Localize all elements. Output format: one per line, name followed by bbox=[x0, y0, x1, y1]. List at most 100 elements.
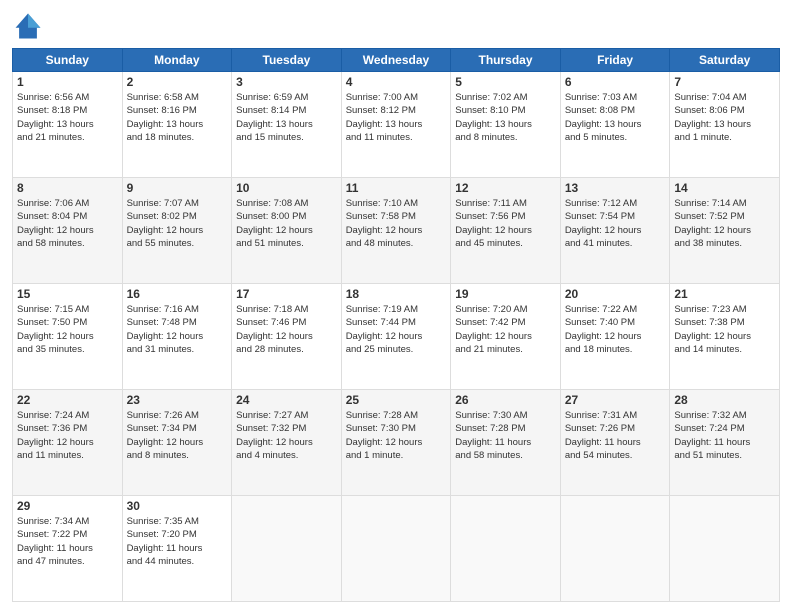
calendar-row-4: 29 Sunrise: 7:34 AMSunset: 7:22 PMDayligh… bbox=[13, 496, 780, 602]
day-detail: Sunrise: 7:26 AMSunset: 7:34 PMDaylight:… bbox=[127, 409, 228, 462]
calendar-cell: 7 Sunrise: 7:04 AMSunset: 8:06 PMDaylight… bbox=[670, 72, 780, 178]
calendar-cell: 5 Sunrise: 7:02 AMSunset: 8:10 PMDaylight… bbox=[451, 72, 561, 178]
weekday-header-monday: Monday bbox=[122, 49, 232, 72]
calendar-row-0: 1 Sunrise: 6:56 AMSunset: 8:18 PMDaylight… bbox=[13, 72, 780, 178]
day-number: 11 bbox=[346, 181, 447, 195]
day-detail: Sunrise: 7:27 AMSunset: 7:32 PMDaylight:… bbox=[236, 409, 337, 462]
day-detail: Sunrise: 7:30 AMSunset: 7:28 PMDaylight:… bbox=[455, 409, 556, 462]
day-detail: Sunrise: 7:23 AMSunset: 7:38 PMDaylight:… bbox=[674, 303, 775, 356]
calendar-cell: 24 Sunrise: 7:27 AMSunset: 7:32 PMDayligh… bbox=[232, 390, 342, 496]
day-number: 7 bbox=[674, 75, 775, 89]
day-detail: Sunrise: 7:31 AMSunset: 7:26 PMDaylight:… bbox=[565, 409, 666, 462]
day-number: 17 bbox=[236, 287, 337, 301]
day-detail: Sunrise: 7:06 AMSunset: 8:04 PMDaylight:… bbox=[17, 197, 118, 250]
day-number: 26 bbox=[455, 393, 556, 407]
weekday-header-wednesday: Wednesday bbox=[341, 49, 451, 72]
calendar-cell: 14 Sunrise: 7:14 AMSunset: 7:52 PMDayligh… bbox=[670, 178, 780, 284]
calendar-cell: 8 Sunrise: 7:06 AMSunset: 8:04 PMDaylight… bbox=[13, 178, 123, 284]
day-number: 5 bbox=[455, 75, 556, 89]
calendar-cell: 17 Sunrise: 7:18 AMSunset: 7:46 PMDayligh… bbox=[232, 284, 342, 390]
day-detail: Sunrise: 7:10 AMSunset: 7:58 PMDaylight:… bbox=[346, 197, 447, 250]
day-number: 9 bbox=[127, 181, 228, 195]
weekday-header-sunday: Sunday bbox=[13, 49, 123, 72]
calendar-cell: 15 Sunrise: 7:15 AMSunset: 7:50 PMDayligh… bbox=[13, 284, 123, 390]
day-detail: Sunrise: 7:32 AMSunset: 7:24 PMDaylight:… bbox=[674, 409, 775, 462]
day-number: 28 bbox=[674, 393, 775, 407]
calendar-cell bbox=[451, 496, 561, 602]
day-number: 6 bbox=[565, 75, 666, 89]
calendar-cell: 19 Sunrise: 7:20 AMSunset: 7:42 PMDayligh… bbox=[451, 284, 561, 390]
calendar-cell: 11 Sunrise: 7:10 AMSunset: 7:58 PMDayligh… bbox=[341, 178, 451, 284]
day-number: 12 bbox=[455, 181, 556, 195]
day-number: 30 bbox=[127, 499, 228, 513]
calendar-table: SundayMondayTuesdayWednesdayThursdayFrid… bbox=[12, 48, 780, 602]
calendar-cell: 1 Sunrise: 6:56 AMSunset: 8:18 PMDaylight… bbox=[13, 72, 123, 178]
calendar-row-1: 8 Sunrise: 7:06 AMSunset: 8:04 PMDaylight… bbox=[13, 178, 780, 284]
page: SundayMondayTuesdayWednesdayThursdayFrid… bbox=[0, 0, 792, 612]
weekday-header-saturday: Saturday bbox=[670, 49, 780, 72]
day-number: 20 bbox=[565, 287, 666, 301]
calendar-cell: 27 Sunrise: 7:31 AMSunset: 7:26 PMDayligh… bbox=[560, 390, 670, 496]
day-detail: Sunrise: 7:28 AMSunset: 7:30 PMDaylight:… bbox=[346, 409, 447, 462]
day-number: 29 bbox=[17, 499, 118, 513]
day-detail: Sunrise: 7:22 AMSunset: 7:40 PMDaylight:… bbox=[565, 303, 666, 356]
day-number: 18 bbox=[346, 287, 447, 301]
logo bbox=[12, 10, 48, 42]
day-detail: Sunrise: 6:59 AMSunset: 8:14 PMDaylight:… bbox=[236, 91, 337, 144]
day-detail: Sunrise: 7:03 AMSunset: 8:08 PMDaylight:… bbox=[565, 91, 666, 144]
day-number: 19 bbox=[455, 287, 556, 301]
calendar-cell: 13Sunrise: 7:12 AMSunset: 7:54 PMDayligh… bbox=[560, 178, 670, 284]
calendar-cell: 3 Sunrise: 6:59 AMSunset: 8:14 PMDaylight… bbox=[232, 72, 342, 178]
day-detail: Sunrise: 7:34 AMSunset: 7:22 PMDaylight:… bbox=[17, 515, 118, 568]
header bbox=[12, 10, 780, 42]
calendar-cell: 28 Sunrise: 7:32 AMSunset: 7:24 PMDayligh… bbox=[670, 390, 780, 496]
day-detail: Sunrise: 7:12 AMSunset: 7:54 PMDaylight:… bbox=[565, 197, 666, 250]
weekday-header-thursday: Thursday bbox=[451, 49, 561, 72]
day-number: 3 bbox=[236, 75, 337, 89]
logo-icon bbox=[12, 10, 44, 42]
calendar-cell: 20 Sunrise: 7:22 AMSunset: 7:40 PMDayligh… bbox=[560, 284, 670, 390]
calendar-cell: 2 Sunrise: 6:58 AMSunset: 8:16 PMDaylight… bbox=[122, 72, 232, 178]
day-detail: Sunrise: 7:07 AMSunset: 8:02 PMDaylight:… bbox=[127, 197, 228, 250]
day-detail: Sunrise: 7:18 AMSunset: 7:46 PMDaylight:… bbox=[236, 303, 337, 356]
day-number: 16 bbox=[127, 287, 228, 301]
calendar-cell: 25Sunrise: 7:28 AMSunset: 7:30 PMDayligh… bbox=[341, 390, 451, 496]
day-detail: Sunrise: 6:56 AMSunset: 8:18 PMDaylight:… bbox=[17, 91, 118, 144]
day-number: 27 bbox=[565, 393, 666, 407]
weekday-header-tuesday: Tuesday bbox=[232, 49, 342, 72]
day-number: 2 bbox=[127, 75, 228, 89]
calendar-cell: 9 Sunrise: 7:07 AMSunset: 8:02 PMDaylight… bbox=[122, 178, 232, 284]
day-detail: Sunrise: 7:16 AMSunset: 7:48 PMDaylight:… bbox=[127, 303, 228, 356]
day-number: 4 bbox=[346, 75, 447, 89]
calendar-cell: 23 Sunrise: 7:26 AMSunset: 7:34 PMDayligh… bbox=[122, 390, 232, 496]
day-number: 22 bbox=[17, 393, 118, 407]
day-number: 15 bbox=[17, 287, 118, 301]
calendar-cell: 22Sunrise: 7:24 AMSunset: 7:36 PMDayligh… bbox=[13, 390, 123, 496]
calendar-cell: 26 Sunrise: 7:30 AMSunset: 7:28 PMDayligh… bbox=[451, 390, 561, 496]
calendar-cell: 16 Sunrise: 7:16 AMSunset: 7:48 PMDayligh… bbox=[122, 284, 232, 390]
day-detail: Sunrise: 7:14 AMSunset: 7:52 PMDaylight:… bbox=[674, 197, 775, 250]
calendar-cell: 4 Sunrise: 7:00 AMSunset: 8:12 PMDaylight… bbox=[341, 72, 451, 178]
calendar-cell: 12 Sunrise: 7:11 AMSunset: 7:56 PMDayligh… bbox=[451, 178, 561, 284]
day-detail: Sunrise: 7:20 AMSunset: 7:42 PMDaylight:… bbox=[455, 303, 556, 356]
day-detail: Sunrise: 7:00 AMSunset: 8:12 PMDaylight:… bbox=[346, 91, 447, 144]
day-detail: Sunrise: 6:58 AMSunset: 8:16 PMDaylight:… bbox=[127, 91, 228, 144]
day-number: 14 bbox=[674, 181, 775, 195]
calendar-row-2: 15 Sunrise: 7:15 AMSunset: 7:50 PMDayligh… bbox=[13, 284, 780, 390]
day-number: 23 bbox=[127, 393, 228, 407]
weekday-header-row: SundayMondayTuesdayWednesdayThursdayFrid… bbox=[13, 49, 780, 72]
day-detail: Sunrise: 7:15 AMSunset: 7:50 PMDaylight:… bbox=[17, 303, 118, 356]
day-number: 8 bbox=[17, 181, 118, 195]
calendar-cell: 29 Sunrise: 7:34 AMSunset: 7:22 PMDayligh… bbox=[13, 496, 123, 602]
day-detail: Sunrise: 7:02 AMSunset: 8:10 PMDaylight:… bbox=[455, 91, 556, 144]
day-number: 24 bbox=[236, 393, 337, 407]
calendar-cell: 21Sunrise: 7:23 AMSunset: 7:38 PMDayligh… bbox=[670, 284, 780, 390]
day-detail: Sunrise: 7:19 AMSunset: 7:44 PMDaylight:… bbox=[346, 303, 447, 356]
day-detail: Sunrise: 7:08 AMSunset: 8:00 PMDaylight:… bbox=[236, 197, 337, 250]
day-detail: Sunrise: 7:04 AMSunset: 8:06 PMDaylight:… bbox=[674, 91, 775, 144]
day-number: 1 bbox=[17, 75, 118, 89]
day-detail: Sunrise: 7:11 AMSunset: 7:56 PMDaylight:… bbox=[455, 197, 556, 250]
calendar-cell bbox=[560, 496, 670, 602]
calendar-cell bbox=[341, 496, 451, 602]
calendar-cell: 30Sunrise: 7:35 AMSunset: 7:20 PMDayligh… bbox=[122, 496, 232, 602]
